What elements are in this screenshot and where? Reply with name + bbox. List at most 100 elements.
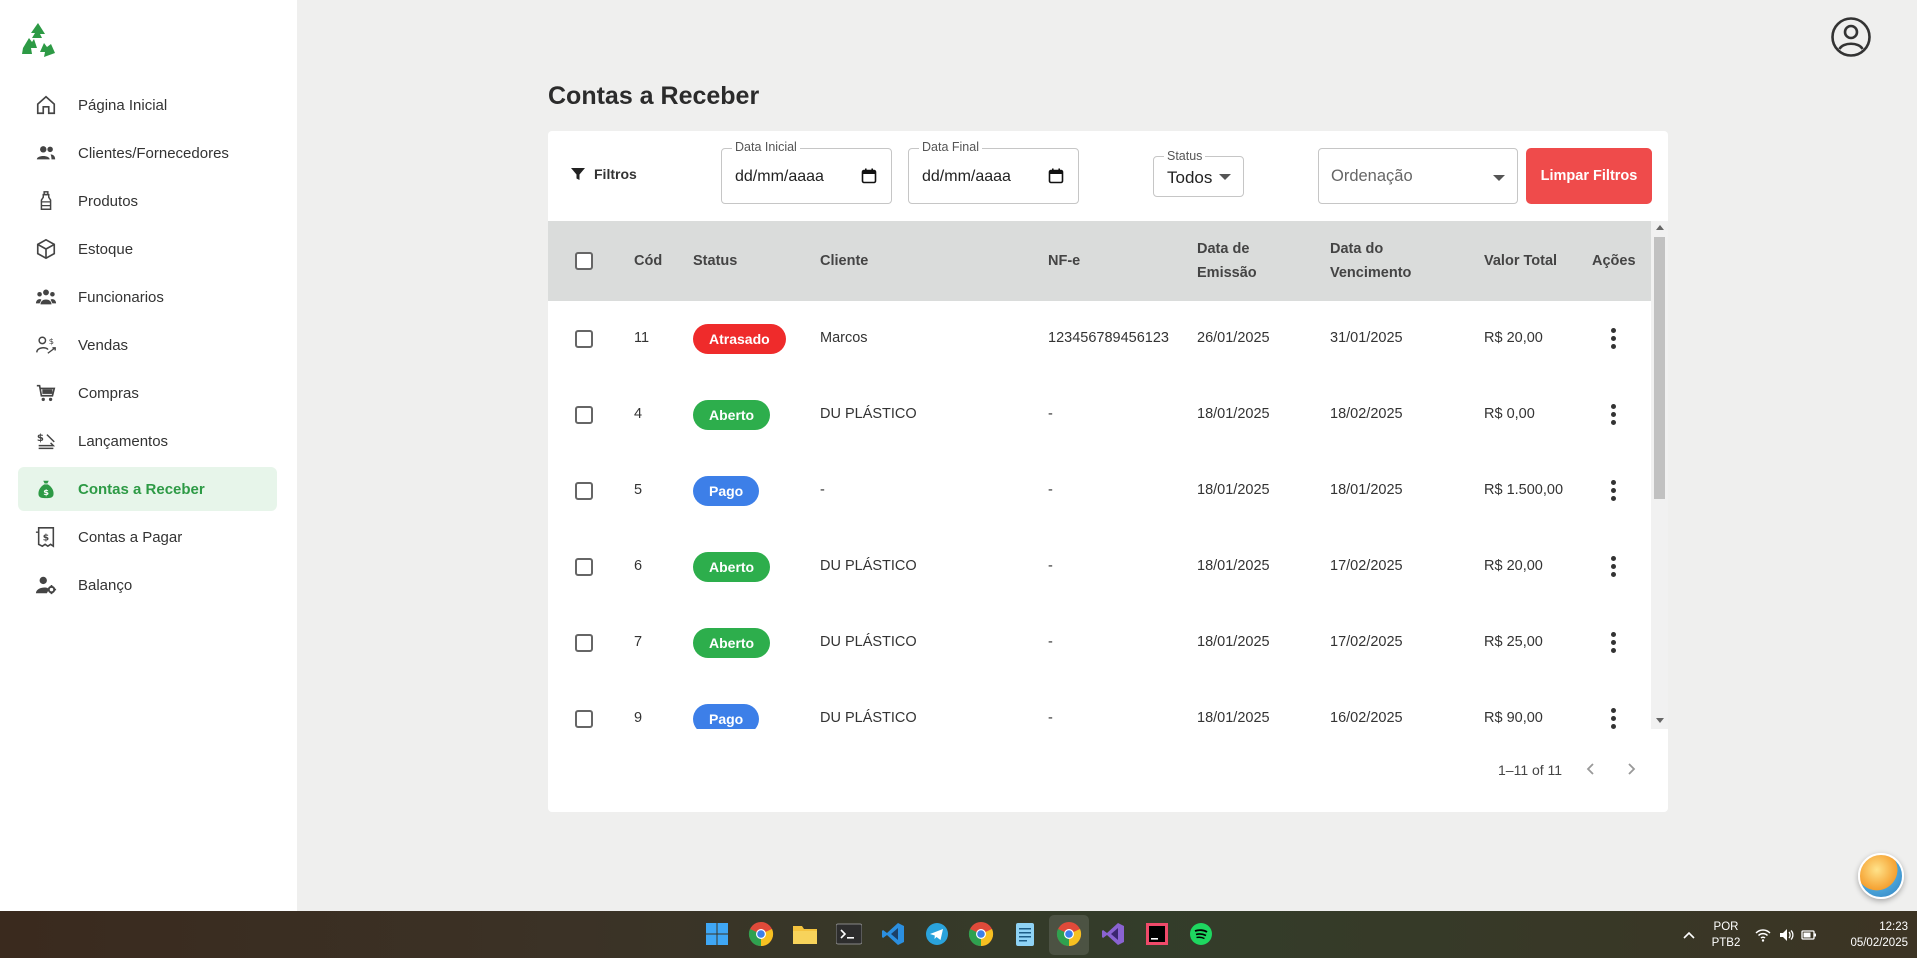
table-row[interactable]: 9 Pago DU PLÁSTICO - 18/01/2025 16/02/2025 R$ … xyxy=(548,681,1651,729)
filters-label: Filtros xyxy=(570,166,637,182)
cell-nfe: - xyxy=(1048,710,1053,726)
header-code[interactable]: Cód xyxy=(634,249,662,273)
cell-issue-date: 18/01/2025 xyxy=(1197,710,1270,726)
windows-start-icon[interactable] xyxy=(703,920,731,948)
visual-studio-icon[interactable] xyxy=(1099,920,1127,948)
row-checkbox[interactable] xyxy=(575,558,593,576)
clock-time[interactable]: 12:23 xyxy=(1830,921,1908,933)
battery-icon[interactable] xyxy=(1801,927,1817,943)
select-all-checkbox[interactable] xyxy=(575,252,593,270)
order-select[interactable]: Ordenação xyxy=(1318,148,1518,204)
row-checkbox[interactable] xyxy=(575,330,593,348)
status-badge: Pago xyxy=(693,476,760,506)
header-due-date[interactable]: Data do Vencimento xyxy=(1330,237,1411,285)
cart-icon xyxy=(34,381,58,405)
sidebar-item-lan-amentos[interactable]: $ Lançamentos xyxy=(18,419,277,463)
sidebar-item-balan-o[interactable]: Balanço xyxy=(18,563,277,607)
calendar-icon[interactable] xyxy=(861,168,877,184)
chevron-down-icon xyxy=(1493,175,1505,181)
chrome-icon[interactable] xyxy=(967,920,995,948)
sidebar-item-produtos[interactable]: Produtos xyxy=(18,179,277,223)
start-date-field[interactable]: Data Inicial dd/mm/aaaa xyxy=(721,140,892,204)
more-vert-icon[interactable] xyxy=(1609,404,1617,426)
more-vert-icon[interactable] xyxy=(1609,328,1617,350)
chevron-up-icon[interactable] xyxy=(1681,927,1697,943)
sidebar: Página Inicial Clientes/Fornecedores Produ… xyxy=(0,0,297,911)
sidebar-item-contas-a-receber[interactable]: $ Contas a Receber xyxy=(18,467,277,511)
header-actions: Ações xyxy=(1592,253,1636,269)
people-icon xyxy=(34,141,58,165)
end-date-label: Data Final xyxy=(919,140,982,154)
table-row[interactable]: 6 Aberto DU PLÁSTICO - 18/01/2025 17/02/2025 R… xyxy=(548,529,1651,605)
transactions-icon: $ xyxy=(34,429,58,453)
filter-icon xyxy=(571,168,585,180)
page-title: Contas a Receber xyxy=(548,82,760,110)
chrome-active-icon[interactable] xyxy=(1055,920,1083,948)
more-vert-icon[interactable] xyxy=(1609,632,1617,654)
cell-nfe: - xyxy=(1048,406,1053,422)
next-page-button[interactable] xyxy=(1618,756,1644,782)
vscode-icon[interactable] xyxy=(879,920,907,948)
clear-filters-button[interactable]: Limpar Filtros xyxy=(1526,148,1652,204)
sidebar-item-clientes-fornecedores[interactable]: Clientes/Fornecedores xyxy=(18,131,277,175)
money-bag-icon: $ xyxy=(34,477,58,501)
floating-assistant-avatar[interactable] xyxy=(1858,853,1904,899)
table-row[interactable]: 5 Pago - - 18/01/2025 18/01/2025 R$ 1.500,00 xyxy=(548,453,1651,529)
status-badge: Pago xyxy=(693,704,760,729)
row-checkbox[interactable] xyxy=(575,710,593,728)
language-code[interactable]: POR xyxy=(1708,921,1744,933)
calendar-icon[interactable] xyxy=(1048,168,1064,184)
telegram-icon[interactable] xyxy=(923,920,951,948)
file-explorer-icon[interactable] xyxy=(791,920,819,948)
more-vert-icon[interactable] xyxy=(1609,708,1617,729)
table-row[interactable]: 11 Atrasado Marcos 123456789456123 26/01/202… xyxy=(548,301,1651,377)
terminal-icon[interactable] xyxy=(835,920,863,948)
cell-due-date: 17/02/2025 xyxy=(1330,558,1403,574)
status-badge: Atrasado xyxy=(693,324,786,354)
more-vert-icon[interactable] xyxy=(1609,556,1617,578)
sidebar-item-compras[interactable]: Compras xyxy=(18,371,277,415)
spotify-icon[interactable] xyxy=(1187,920,1215,948)
volume-icon[interactable] xyxy=(1778,927,1794,943)
row-checkbox[interactable] xyxy=(575,406,593,424)
header-total[interactable]: Valor Total xyxy=(1484,249,1557,273)
group-icon xyxy=(34,285,58,309)
scroll-thumb[interactable] xyxy=(1654,237,1665,499)
jetbrains-icon[interactable] xyxy=(1143,920,1171,948)
table-row[interactable]: 7 Aberto DU PLÁSTICO - 18/01/2025 17/02/2025 R… xyxy=(548,605,1651,681)
sidebar-item-funcionarios[interactable]: Funcionarios xyxy=(18,275,277,319)
header-issue-date[interactable]: Data de Emissão xyxy=(1197,237,1257,285)
user-gear-icon xyxy=(34,573,58,597)
cell-nfe: 123456789456123 xyxy=(1048,330,1169,346)
end-date-field[interactable]: Data Final dd/mm/aaaa xyxy=(908,140,1079,204)
header-status[interactable]: Status xyxy=(693,249,737,273)
bill-icon: $ xyxy=(34,525,58,549)
filters-label-text: Filtros xyxy=(594,166,637,182)
header-nfe[interactable]: NF-e xyxy=(1048,249,1080,273)
wifi-icon[interactable] xyxy=(1755,927,1771,943)
sidebar-item-p-gina-inicial[interactable]: Página Inicial xyxy=(18,83,277,127)
status-select[interactable]: Status Todos xyxy=(1153,149,1244,197)
table-header: Cód Status Cliente NF-e Data de Emissão … xyxy=(548,221,1651,301)
cell-code: 11 xyxy=(634,330,650,346)
chevron-down-icon xyxy=(1219,174,1231,180)
sidebar-item-label: Clientes/Fornecedores xyxy=(78,144,229,162)
recycle-logo-icon[interactable] xyxy=(18,20,58,60)
chrome-profile-icon[interactable] xyxy=(747,920,775,948)
scroll-down-arrow-icon[interactable] xyxy=(1656,718,1664,723)
sidebar-item-estoque[interactable]: Estoque xyxy=(18,227,277,271)
account-circle-icon[interactable] xyxy=(1830,16,1872,58)
more-vert-icon[interactable] xyxy=(1609,480,1617,502)
sidebar-item-contas-a-pagar[interactable]: $ Contas a Pagar xyxy=(18,515,277,559)
row-checkbox[interactable] xyxy=(575,482,593,500)
notepad-icon[interactable] xyxy=(1011,920,1039,948)
previous-page-button[interactable] xyxy=(1578,756,1604,782)
table-row[interactable]: 4 Aberto DU PLÁSTICO - 18/01/2025 18/02/2025 R… xyxy=(548,377,1651,453)
table-scrollbar[interactable] xyxy=(1651,221,1668,729)
header-client[interactable]: Cliente xyxy=(820,249,868,273)
keyboard-layout[interactable]: PTB2 xyxy=(1708,937,1744,949)
clock-date[interactable]: 05/02/2025 xyxy=(1830,937,1908,949)
sidebar-item-vendas[interactable]: $ Vendas xyxy=(18,323,277,367)
scroll-up-arrow-icon[interactable] xyxy=(1656,225,1664,230)
row-checkbox[interactable] xyxy=(575,634,593,652)
